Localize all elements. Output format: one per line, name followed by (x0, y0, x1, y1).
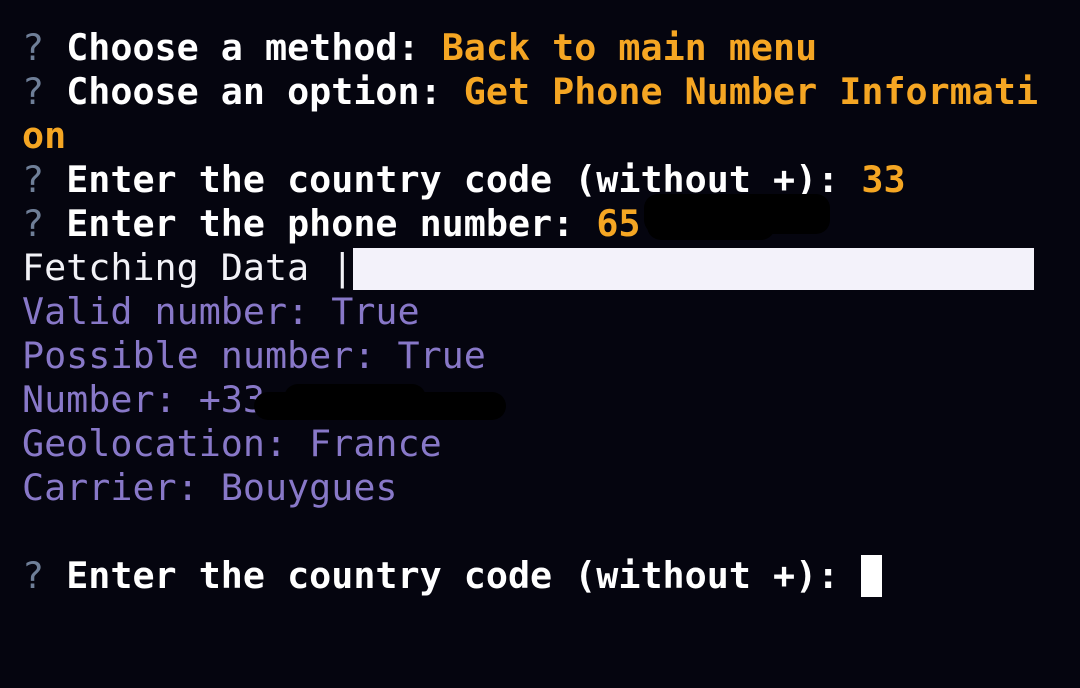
option-answer: Get Phone Number Informati (463, 70, 1039, 113)
carrier-line: Carrier: Bouygues (22, 466, 398, 509)
valid-number-line: Valid number: True (22, 290, 420, 333)
current-prompt-line[interactable]: ? Enter the country code (without +): (22, 554, 1062, 598)
geolocation-line: Geolocation: France (22, 422, 442, 465)
phone-prompt: Enter the phone number: (66, 202, 575, 245)
text-cursor[interactable] (861, 555, 883, 597)
progress-label: Fetching Data | (22, 246, 354, 289)
number-text: Number: +33 (22, 378, 265, 421)
method-prompt: Choose a method: (66, 26, 420, 69)
number-redaction (284, 384, 426, 414)
current-prompt: Enter the country code (without +): (66, 554, 840, 597)
question-mark: ? (22, 554, 45, 597)
question-mark: ? (22, 158, 45, 201)
country-code-line: ? Enter the country code (without +): 33 (22, 158, 1062, 202)
option-prompt: Choose an option: (66, 70, 442, 113)
option-line-wrap: on (22, 114, 1062, 158)
possible-number-line: Possible number: True (22, 334, 486, 377)
country-code-answer: 33 (861, 158, 906, 201)
number-line: Number: +33 (22, 378, 1062, 422)
question-mark: ? (22, 202, 45, 245)
option-answer-wrap: on (22, 114, 67, 157)
progress-bar (353, 248, 1034, 290)
phone-line: ? Enter the phone number: 65 (22, 194, 1062, 246)
terminal-output: ? Choose a method: Back to main menu ? C… (22, 26, 1062, 598)
method-line: ? Choose a method: Back to main menu (22, 26, 1062, 70)
question-mark: ? (22, 26, 45, 69)
method-answer: Back to main menu (441, 26, 818, 69)
progress-line: Fetching Data | (22, 246, 1062, 290)
phone-redaction (647, 208, 775, 240)
phone-answer: 65 (596, 202, 641, 245)
question-mark: ? (22, 70, 45, 113)
option-line: ? Choose an option: Get Phone Number Inf… (22, 70, 1062, 114)
